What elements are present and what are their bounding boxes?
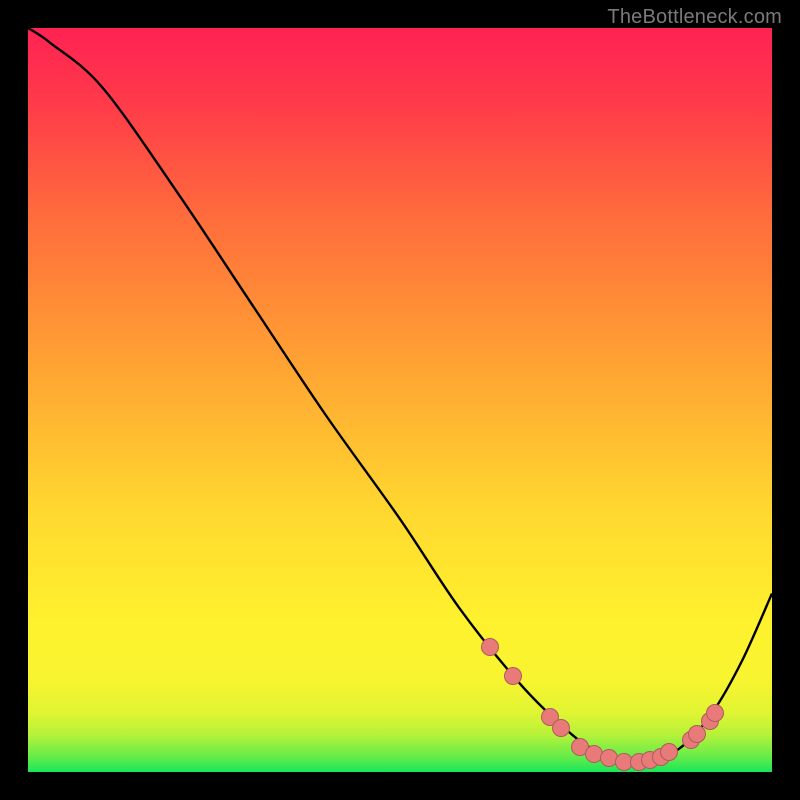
plot-area: [28, 28, 772, 772]
chart-stage: TheBottleneck.com: [0, 0, 800, 800]
marker-point: [481, 638, 499, 656]
marker-point: [552, 719, 570, 737]
attribution-text: TheBottleneck.com: [607, 6, 782, 29]
marker-point: [504, 667, 522, 685]
marker-point: [660, 743, 678, 761]
markers-layer: [28, 28, 772, 772]
marker-point: [706, 704, 724, 722]
